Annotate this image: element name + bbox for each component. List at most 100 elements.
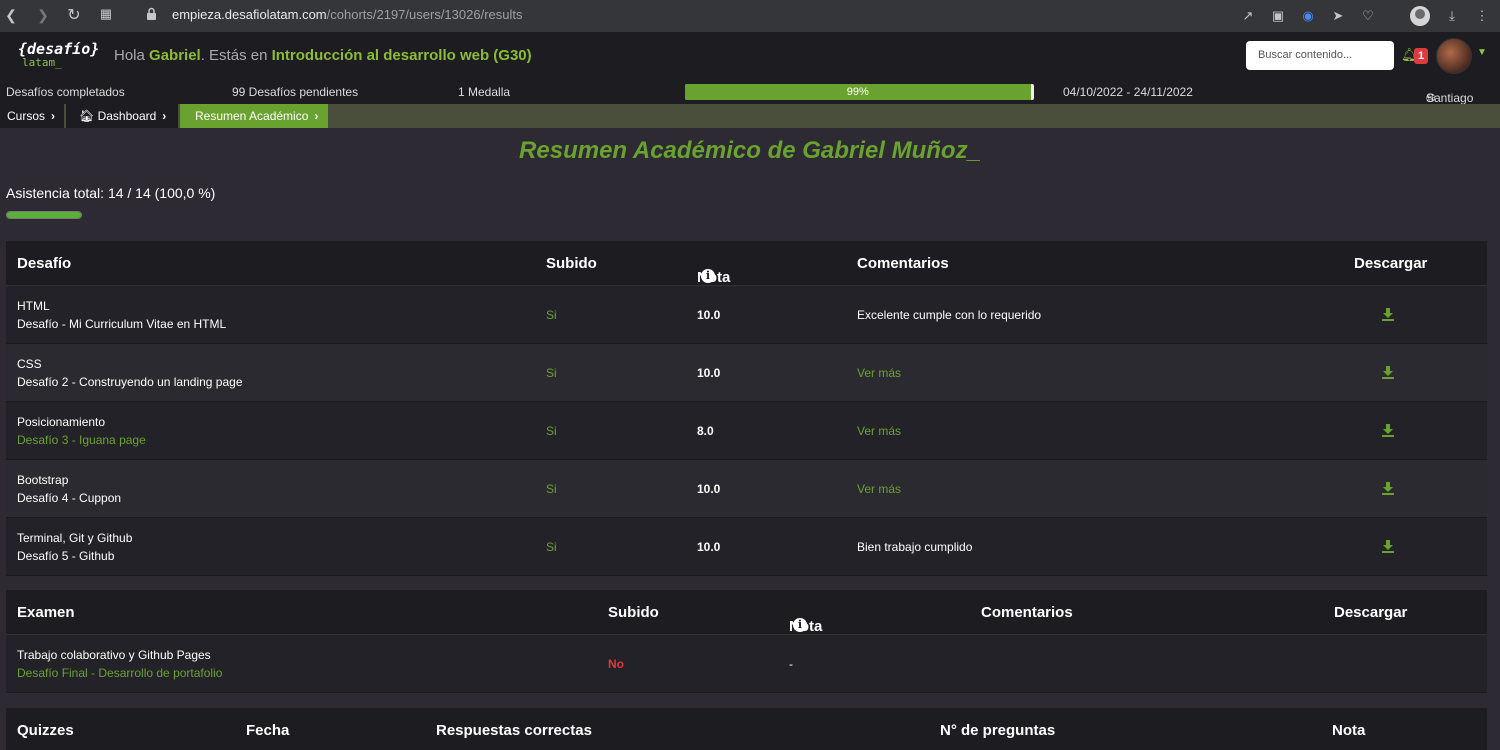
lock-icon [147, 7, 156, 20]
user-name: Gabriel [149, 47, 201, 64]
greet-mid: . Estás en [200, 47, 272, 64]
heart-icon[interactable]: ♡ [1360, 8, 1376, 24]
exam-uploaded: No [608, 657, 624, 671]
attendance-total: Asistencia total: 14 / 14 (100,0 %) [6, 185, 216, 201]
challenge-uploaded: Si [546, 482, 557, 496]
attendance-bar [6, 211, 82, 219]
col-descargar: Descargar [1354, 255, 1428, 272]
breadcrumb: Cursos › 🏠︎ Dashboard › Resumen Académico › [0, 104, 1500, 128]
reload-icon[interactable]: ↻ [66, 5, 82, 25]
table-row: Terminal, Git y Github Desafío 5 - Github… [6, 518, 1487, 576]
chevron-right-icon: › [162, 109, 167, 123]
col-subido: Subido [608, 604, 659, 621]
search-input[interactable]: Buscar contenido... [1246, 41, 1394, 70]
table-row: Bootstrap Desafío 4 - Cuppon Si 10.0 Ver más [6, 460, 1487, 518]
col-comentarios: Comentarios [857, 255, 949, 272]
col-subido: Subido [546, 255, 597, 272]
challenges-table: Desafío Subido Notai Comentarios Descarg… [6, 241, 1487, 576]
challenge-grade: 8.0 [697, 424, 714, 438]
home-icon: 🏠︎ [79, 109, 95, 123]
col-comentarios: Comentarios [981, 604, 1073, 621]
menu-icon[interactable]: ⋮ [1474, 8, 1490, 24]
chevron-down-icon[interactable]: ▼ [1477, 47, 1487, 58]
table-row: HTML Desafío - Mi Curriculum Vitae en HTM… [6, 286, 1487, 344]
download-icon[interactable]: ⤓ [1444, 8, 1460, 24]
send-icon[interactable]: ➤ [1330, 8, 1346, 24]
chevron-right-icon: › [51, 109, 56, 123]
address-bar[interactable]: empieza.desafiolatam.com/cohorts/2197/us… [172, 7, 522, 22]
greet-prefix: Hola [114, 47, 150, 64]
col-descargar: Descargar [1334, 604, 1408, 621]
download-icon[interactable] [1381, 539, 1395, 553]
table-header: Examen Subido Notai Comentarios Descarga… [6, 590, 1487, 635]
avatar[interactable] [1436, 38, 1472, 74]
pending-challenges[interactable]: 99 Desafíos pendientes [232, 85, 358, 99]
breadcrumb-label: Cursos [7, 109, 46, 123]
browser-toolbar: ❮ ❯ ↻ ▦ empieza.desafiolatam.com/cohorts… [0, 0, 1500, 32]
notification-badge[interactable]: 1 [1414, 48, 1428, 64]
challenge-name: Desafío 4 - Cuppon [17, 491, 122, 505]
course-progress-bar: 99% [685, 84, 1034, 100]
challenge-comment[interactable]: Ver más [857, 482, 901, 496]
app-header: {desafío} latam_ Hola Gabriel. Estás en … [0, 32, 1500, 79]
challenge-uploaded: Si [546, 308, 557, 322]
download-icon[interactable] [1381, 423, 1395, 437]
breadcrumb-label: Dashboard [97, 109, 157, 123]
challenge-topic: Posicionamiento [17, 415, 106, 429]
logo[interactable]: {desafío} latam_ [18, 40, 100, 69]
table-row: CSS Desafío 2 - Construyendo un landing p… [6, 344, 1487, 402]
tab-search-icon[interactable]: ▦ [98, 6, 114, 22]
shield-icon[interactable]: ◉ [1300, 8, 1316, 24]
col-examen: Examen [17, 604, 75, 621]
exam-table: Examen Subido Notai Comentarios Descarga… [6, 590, 1487, 693]
browser-actions: ↗ ▣ ◉ ➤ ♡ ⤓ ⋮ [1240, 6, 1490, 26]
chevron-right-icon: › [314, 109, 319, 123]
logo-top: {desafío} [18, 40, 100, 58]
camera-icon[interactable]: ▣ [1270, 8, 1286, 24]
table-header: Quizzes Fecha Respuestas correctas N° de… [6, 708, 1487, 750]
challenge-topic: Terminal, Git y Github [17, 531, 133, 545]
attendance-fill [7, 212, 81, 218]
table-row: Trabajo colaborativo y Github Pages Desa… [6, 635, 1487, 693]
challenge-grade: 10.0 [697, 366, 721, 380]
challenges-rows: HTML Desafío - Mi Curriculum Vitae en HTM… [6, 286, 1487, 576]
forward-icon[interactable]: ❯ [36, 7, 50, 24]
url-path: /cohorts/2197/users/13026/results [326, 7, 523, 22]
breadcrumb-cursos[interactable]: Cursos › [0, 104, 64, 128]
url-host: empieza.desafiolatam.com [172, 7, 327, 22]
download-icon[interactable] [1381, 365, 1395, 379]
col-respuestas: Respuestas correctas [436, 722, 592, 739]
challenge-topic: HTML [17, 299, 50, 313]
medals-count[interactable]: 1 Medalla [458, 85, 510, 99]
page-title: Resumen Académico de Gabriel Muñoz_ [519, 137, 981, 164]
info-icon[interactable]: i [793, 618, 807, 632]
col-fecha: Fecha [246, 722, 290, 739]
challenge-topic: Bootstrap [17, 473, 69, 487]
course-name[interactable]: Introducción al desarrollo web (G30) [272, 47, 532, 64]
challenge-name: Desafío - Mi Curriculum Vitae en HTML [17, 317, 227, 331]
table-header: Desafío Subido Notai Comentarios Descarg… [6, 241, 1487, 286]
challenge-comment[interactable]: Ver más [857, 366, 901, 380]
info-icon[interactable]: i [701, 269, 715, 283]
download-icon[interactable] [1381, 481, 1395, 495]
completed-challenges[interactable]: Desafíos completados [6, 85, 125, 99]
challenge-uploaded: Si [546, 366, 557, 380]
table-row: Posicionamiento Desafío 3 - Iguana page Si… [6, 402, 1487, 460]
exam-name[interactable]: Desafío Final - Desarrollo de portafolio [17, 666, 222, 680]
back-icon[interactable]: ❮ [4, 7, 18, 24]
breadcrumb-resumen[interactable]: Resumen Académico › [180, 104, 328, 128]
challenge-comment: Bien trabajo cumplido [857, 540, 973, 554]
challenge-name[interactable]: Desafío 3 - Iguana page [17, 433, 146, 447]
challenge-grade: 10.0 [697, 482, 721, 496]
challenge-uploaded: Si [546, 424, 557, 438]
breadcrumb-dashboard[interactable]: 🏠︎ Dashboard › [66, 104, 178, 128]
challenge-topic: CSS [17, 357, 42, 371]
challenge-name: Desafío 2 - Construyendo un landing page [17, 375, 243, 389]
challenge-comment: Excelente cumple con lo requerido [857, 308, 1042, 322]
col-desafio: Desafío [17, 255, 72, 272]
download-icon[interactable] [1381, 307, 1395, 321]
share-icon[interactable]: ↗ [1240, 8, 1256, 24]
profile-icon[interactable] [1410, 6, 1430, 26]
challenge-name: Desafío 5 - Github [17, 549, 115, 563]
challenge-comment[interactable]: Ver más [857, 424, 901, 438]
